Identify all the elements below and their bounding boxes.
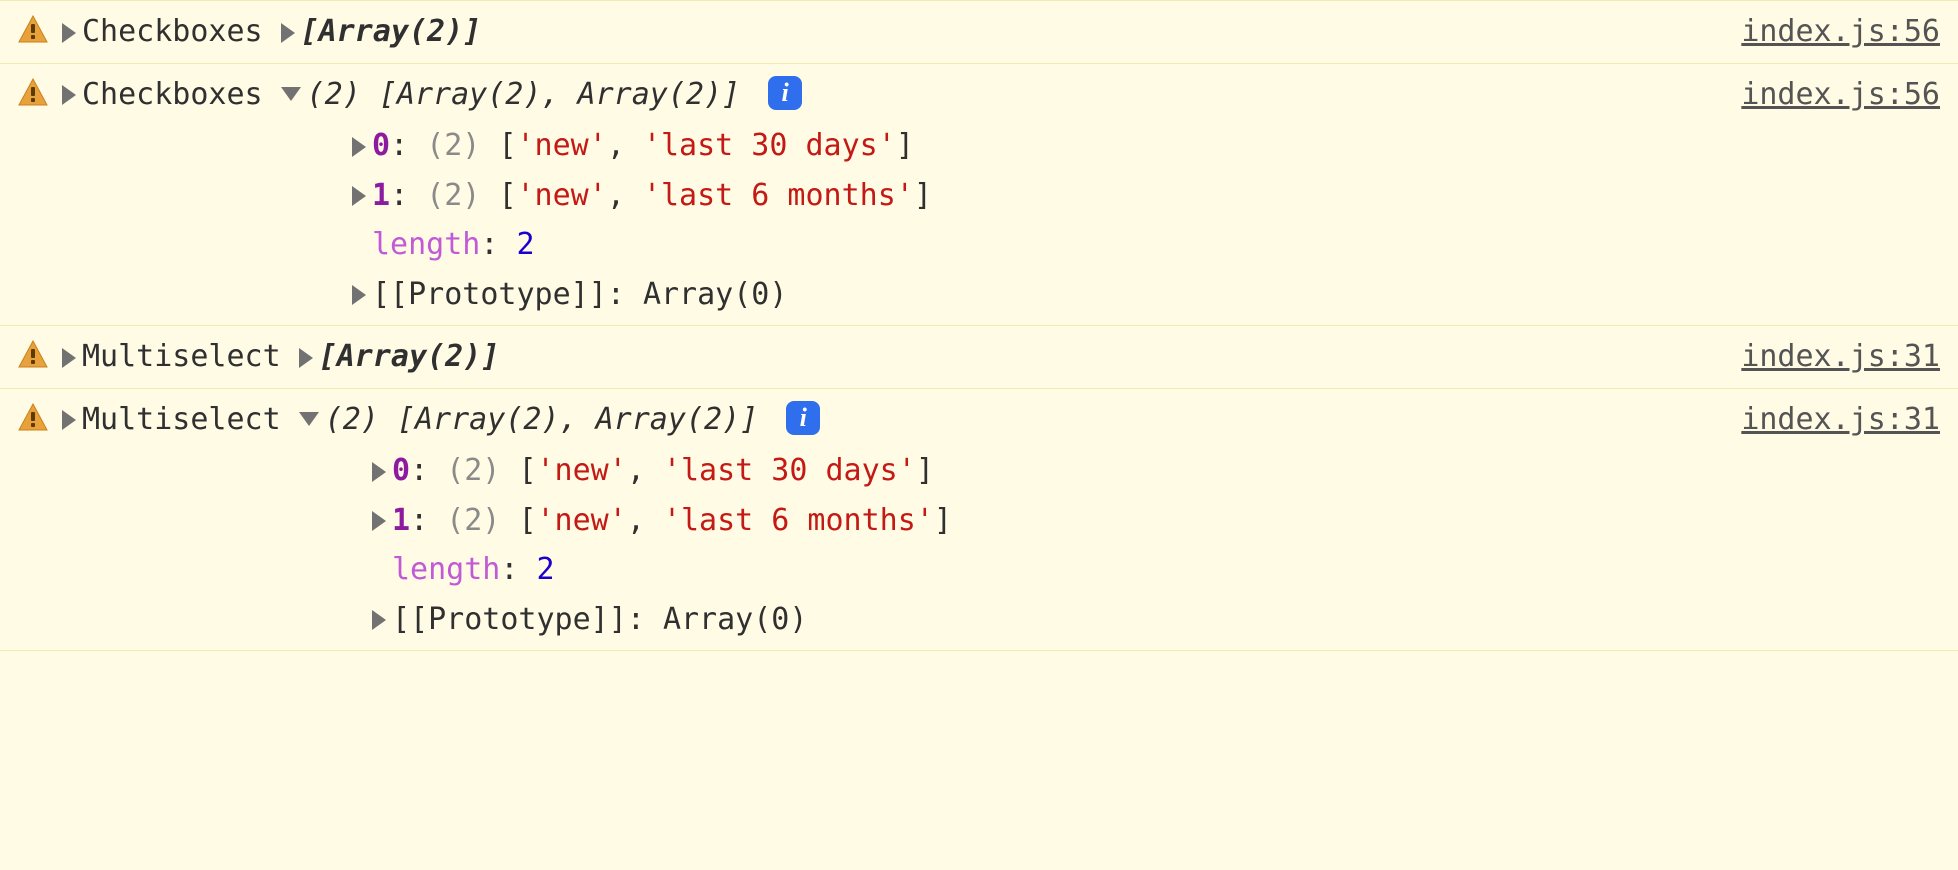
prototype-value: Array(0) <box>643 277 788 312</box>
source-link[interactable]: index.js:31 <box>1701 332 1940 382</box>
length-row: length: 2 <box>352 220 1701 270</box>
chevron-right-icon <box>352 137 366 157</box>
chevron-right-icon <box>62 410 76 430</box>
warning-icon <box>18 403 48 431</box>
log-label: Checkboxes <box>82 77 263 112</box>
array-index-row[interactable]: 0: (2) ['new', 'last 30 days'] <box>352 121 1701 171</box>
chevron-right-icon <box>372 462 386 482</box>
prototype-label: [[Prototype]] <box>392 602 627 637</box>
chevron-right-icon <box>62 85 76 105</box>
console-row: Checkboxes [Array(2)] index.js:56 <box>0 0 1958 64</box>
length-label: length <box>372 227 480 262</box>
log-label: Checkboxes <box>82 14 263 49</box>
item-count: (2) <box>446 453 500 488</box>
string-value: 'new' <box>537 503 627 538</box>
array-index-row[interactable]: 0: (2) ['new', 'last 30 days'] <box>372 446 1701 496</box>
chevron-right-icon <box>372 610 386 630</box>
chevron-right-icon <box>62 23 76 43</box>
chevron-right-icon <box>62 348 76 368</box>
length-value: 2 <box>517 227 535 262</box>
index-key: 1 <box>392 503 410 538</box>
info-icon[interactable]: i <box>786 401 820 435</box>
array-summary: [Array(2)] <box>301 14 482 49</box>
prototype-row[interactable]: [[Prototype]]: Array(0) <box>372 595 1701 645</box>
object-toggle[interactable]: Checkboxes <box>62 7 263 57</box>
array-summary: [Array(2), Array(2)] <box>397 402 758 437</box>
console-row: Multiselect [Array(2)] index.js:31 <box>0 325 1958 389</box>
chevron-right-icon <box>352 285 366 305</box>
array-count: (2) <box>307 77 361 112</box>
index-key: 0 <box>372 128 390 163</box>
chevron-right-icon <box>352 186 366 206</box>
object-toggle[interactable]: Multiselect <box>62 395 281 445</box>
log-label: Multiselect <box>82 339 281 374</box>
array-index-row[interactable]: 1: (2) ['new', 'last 6 months'] <box>372 496 1701 546</box>
item-count: (2) <box>426 178 480 213</box>
prototype-value: Array(0) <box>663 602 808 637</box>
console-row: Multiselect (2) [Array(2), Array(2)] i 0… <box>0 388 1958 652</box>
string-value: 'last 30 days' <box>643 128 896 163</box>
array-toggle[interactable]: [Array(2)] <box>299 332 500 382</box>
console-message: Checkboxes (2) [Array(2), Array(2)] i 0:… <box>62 70 1701 320</box>
warning-icon <box>18 340 48 368</box>
string-value: 'new' <box>517 178 607 213</box>
item-count: (2) <box>426 128 480 163</box>
array-toggle[interactable]: [Array(2)] <box>281 7 482 57</box>
index-key: 0 <box>392 453 410 488</box>
chevron-down-icon <box>281 87 301 101</box>
console-row: Checkboxes (2) [Array(2), Array(2)] i 0:… <box>0 63 1958 327</box>
object-toggle[interactable]: Multiselect <box>62 332 281 382</box>
length-row: length: 2 <box>372 545 1701 595</box>
log-label: Multiselect <box>82 402 281 437</box>
console-message: Multiselect [Array(2)] <box>62 332 1701 382</box>
array-summary: [Array(2)] <box>319 339 500 374</box>
source-link[interactable]: index.js:31 <box>1701 395 1940 445</box>
console-message: Multiselect (2) [Array(2), Array(2)] i 0… <box>62 395 1701 645</box>
chevron-right-icon <box>299 348 313 368</box>
string-value: 'last 30 days' <box>663 453 916 488</box>
object-toggle[interactable]: Checkboxes <box>62 70 263 120</box>
string-value: 'new' <box>537 453 627 488</box>
index-key: 1 <box>372 178 390 213</box>
string-value: 'new' <box>517 128 607 163</box>
expanded-children: 0: (2) ['new', 'last 30 days'] 1: (2) ['… <box>372 446 1701 644</box>
string-value: 'last 6 months' <box>663 503 934 538</box>
chevron-right-icon <box>372 511 386 531</box>
length-label: length <box>392 552 500 587</box>
array-count: (2) <box>325 402 379 437</box>
warning-icon <box>18 78 48 106</box>
expanded-children: 0: (2) ['new', 'last 30 days'] 1: (2) ['… <box>352 121 1701 319</box>
chevron-down-icon <box>299 412 319 426</box>
chevron-right-icon <box>281 23 295 43</box>
source-link[interactable]: index.js:56 <box>1701 70 1940 120</box>
item-count: (2) <box>446 503 500 538</box>
source-link[interactable]: index.js:56 <box>1701 7 1940 57</box>
warning-icon <box>18 15 48 43</box>
string-value: 'last 6 months' <box>643 178 914 213</box>
info-icon[interactable]: i <box>768 76 802 110</box>
console-message: Checkboxes [Array(2)] <box>62 7 1701 57</box>
array-summary: [Array(2), Array(2)] <box>379 77 740 112</box>
prototype-row[interactable]: [[Prototype]]: Array(0) <box>352 270 1701 320</box>
array-toggle[interactable]: (2) [Array(2), Array(2)] i <box>281 70 803 120</box>
prototype-label: [[Prototype]] <box>372 277 607 312</box>
array-toggle[interactable]: (2) [Array(2), Array(2)] i <box>299 395 821 445</box>
length-value: 2 <box>537 552 555 587</box>
array-index-row[interactable]: 1: (2) ['new', 'last 6 months'] <box>352 171 1701 221</box>
